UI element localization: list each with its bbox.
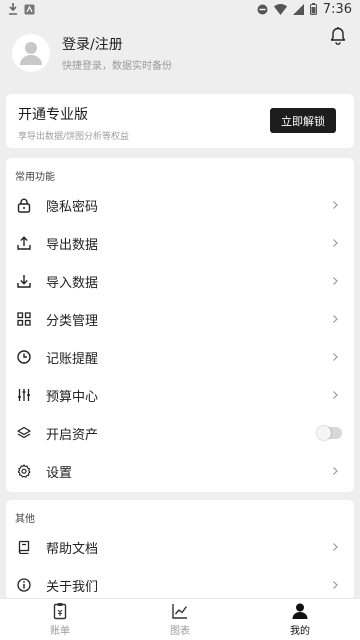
- help-docs-item[interactable]: 帮助文档: [6, 528, 354, 566]
- bottom-tab-bar: 账单 图表 我的: [0, 598, 360, 640]
- list-item-label: 隐私密码: [46, 199, 99, 215]
- list-item-label: 开启资产: [46, 427, 99, 443]
- unlock-button[interactable]: 立即解锁: [270, 108, 336, 133]
- lock-icon: [16, 197, 32, 213]
- do-not-disturb-icon: [257, 4, 268, 14]
- chevron-right-icon: [333, 315, 338, 323]
- tab-label: 图表: [170, 626, 190, 637]
- chevron-right-icon: [333, 467, 338, 475]
- chevron-right-icon: [333, 391, 338, 399]
- section-title: 其他: [15, 514, 35, 525]
- bookkeeping-reminder-item[interactable]: 记账提醒: [6, 338, 354, 376]
- import-data-item[interactable]: 导入数据: [6, 262, 354, 300]
- chart-icon: [172, 604, 188, 619]
- category-management-item[interactable]: 分类管理: [6, 300, 354, 338]
- list-item-label: 帮助文档: [46, 541, 99, 557]
- download-notification-icon: [9, 3, 17, 15]
- chevron-right-icon: [333, 353, 338, 361]
- gear-icon: [16, 463, 32, 479]
- notification-bell-icon[interactable]: [328, 26, 348, 46]
- book-icon: [16, 539, 32, 555]
- grid-icon: [16, 311, 32, 327]
- default-user-icon: [20, 42, 42, 65]
- tab-bills[interactable]: 账单: [0, 599, 120, 640]
- assets-toggle[interactable]: [317, 426, 342, 440]
- chevron-right-icon: [333, 543, 338, 551]
- pro-upgrade-card: 开通专业版 享导出数据/饼图分析等权益 立即解锁: [6, 94, 354, 148]
- others-section: 其他 帮助文档 关于我们: [6, 500, 354, 600]
- avatar[interactable]: [12, 34, 50, 72]
- sliders-icon: [16, 387, 32, 403]
- chevron-right-icon: [333, 277, 338, 285]
- export-data-item[interactable]: 导出数据: [6, 224, 354, 262]
- features-section: 常用功能 隐私密码 导出数据 导入数据 分类管理 记账提醒 预算中心 开启资产: [6, 158, 354, 492]
- upload-icon: [16, 235, 32, 251]
- info-icon: [16, 577, 32, 593]
- bill-icon: [53, 603, 67, 620]
- tab-label: 我的: [290, 626, 310, 637]
- list-item-label: 记账提醒: [46, 351, 99, 367]
- app-notification-icon: [24, 4, 35, 14]
- status-bar: 7:36: [0, 0, 360, 18]
- signal-icon: [292, 3, 304, 15]
- chevron-right-icon: [333, 581, 338, 589]
- login-subtitle: 快捷登录，数据实时备份: [62, 61, 172, 72]
- wifi-icon: [273, 3, 287, 15]
- section-title: 常用功能: [15, 172, 55, 183]
- tab-mine[interactable]: 我的: [240, 599, 360, 640]
- tab-charts[interactable]: 图表: [120, 599, 240, 640]
- list-item-label: 设置: [46, 465, 73, 481]
- list-item-label: 导出数据: [46, 237, 99, 253]
- clock-time: 7:36: [322, 1, 352, 17]
- layers-icon: [16, 425, 32, 441]
- list-item-label: 分类管理: [46, 313, 99, 329]
- tab-label: 账单: [50, 626, 70, 637]
- login-register-link[interactable]: 登录/注册: [62, 34, 172, 54]
- about-us-item[interactable]: 关于我们: [6, 566, 354, 600]
- list-item-label: 导入数据: [46, 275, 99, 291]
- chevron-right-icon: [333, 201, 338, 209]
- profile-header[interactable]: 登录/注册 快捷登录，数据实时备份: [12, 34, 172, 72]
- list-item-label: 预算中心: [46, 389, 99, 405]
- chevron-right-icon: [333, 239, 338, 247]
- list-item-label: 关于我们: [46, 579, 99, 595]
- battery-icon: [309, 3, 317, 15]
- privacy-password-item[interactable]: 隐私密码: [6, 186, 354, 224]
- person-icon: [292, 603, 308, 619]
- settings-item[interactable]: 设置: [6, 452, 354, 490]
- download-icon: [16, 273, 32, 289]
- clock-icon: [16, 349, 32, 365]
- toggle-knob: [317, 426, 331, 440]
- budget-center-item[interactable]: 预算中心: [6, 376, 354, 414]
- enable-assets-item[interactable]: 开启资产: [6, 414, 354, 452]
